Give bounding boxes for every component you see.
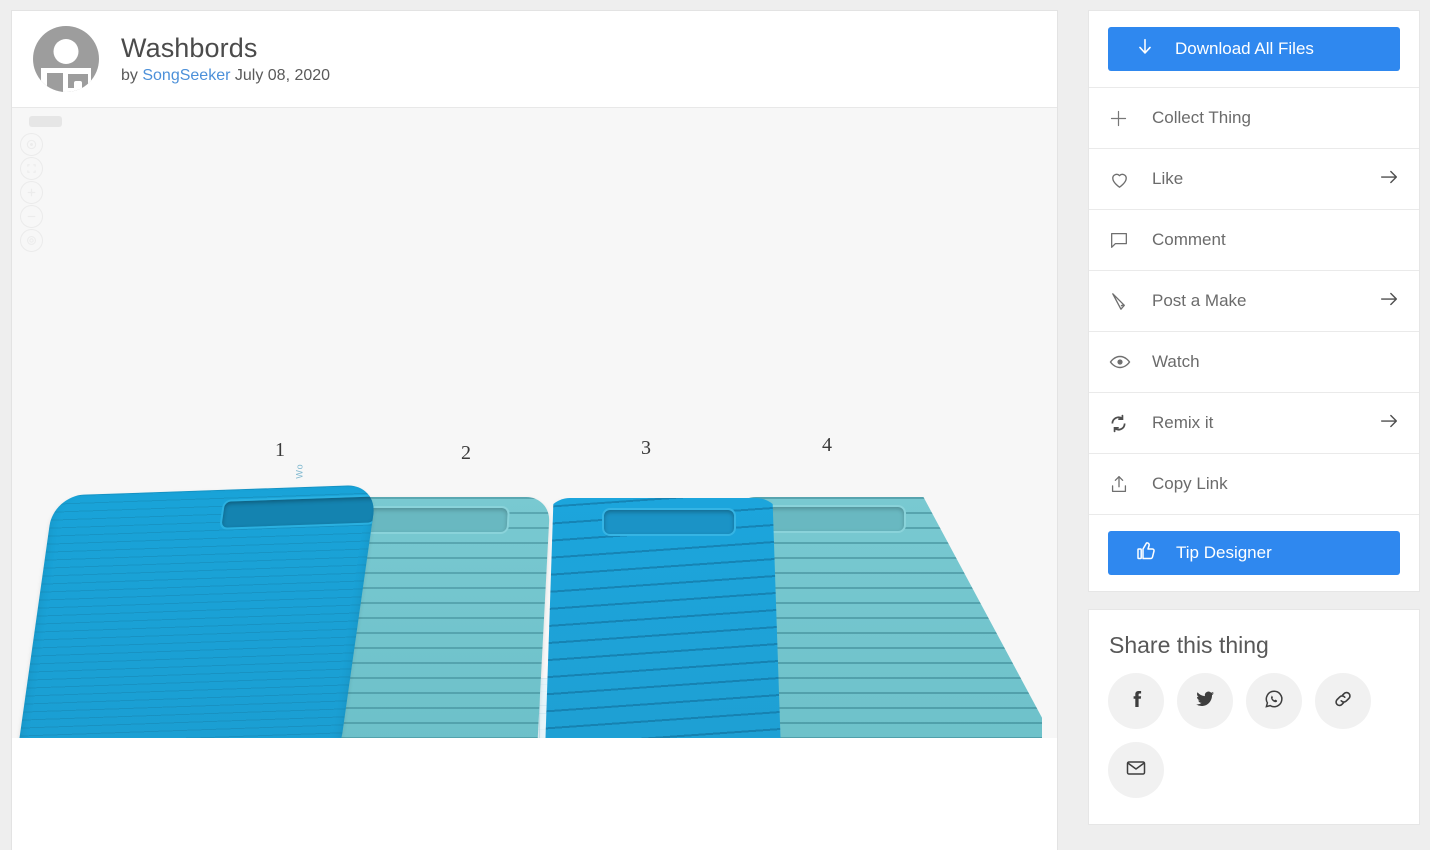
- comment-bubble-icon: [1108, 229, 1136, 251]
- washboard-model-1: [12, 484, 378, 738]
- page-title: Washbords: [121, 33, 258, 64]
- author-link[interactable]: SongSeeker: [142, 67, 230, 84]
- download-arrow-icon: [1134, 36, 1156, 63]
- publish-date: July 08, 2020: [234, 66, 331, 84]
- share-whatsapp-button[interactable]: [1246, 673, 1302, 729]
- heart-icon: [1108, 168, 1136, 191]
- model-scene: Wo 1 2 3 4: [12, 108, 1057, 738]
- main-content-card: Washbords by SongSeeker July 08, 2020 Wo…: [11, 10, 1058, 850]
- thumbs-up-icon: [1134, 539, 1158, 568]
- sidebar-item-collect-thing[interactable]: Collect Thing: [1089, 87, 1419, 148]
- eye-icon: [1108, 350, 1136, 374]
- facebook-icon: [1124, 687, 1148, 716]
- thing-header: Washbords by SongSeeker July 08, 2020: [12, 11, 1057, 108]
- arrow-right-icon: [1378, 410, 1400, 437]
- sidebar-item-copy-link[interactable]: Copy Link: [1089, 453, 1419, 514]
- download-all-files-button[interactable]: Download All Files: [1108, 27, 1400, 71]
- model-label-2: 2: [461, 442, 471, 464]
- sidebar-item-label: Copy Link: [1152, 474, 1228, 493]
- sidebar-item-remix-it[interactable]: Remix it: [1089, 392, 1419, 453]
- download-all-files-label: Download All Files: [1175, 39, 1314, 58]
- share-facebook-button[interactable]: [1108, 673, 1164, 729]
- tip-designer-section: Tip Designer: [1089, 514, 1419, 591]
- sidebar-item-post-a-make[interactable]: Post a Make: [1089, 270, 1419, 331]
- user-avatar-icon[interactable]: [33, 26, 99, 92]
- sidebar-item-label: Like: [1152, 169, 1184, 188]
- share-upload-icon: [1108, 473, 1136, 495]
- pencil-icon: [1108, 290, 1136, 313]
- sidebar-item-like[interactable]: Like: [1089, 148, 1419, 209]
- envelope-icon: [1124, 756, 1148, 785]
- sidebar: Download All Files Collect Thing Like Co…: [1088, 10, 1420, 825]
- sidebar-item-label: Remix it: [1152, 413, 1214, 432]
- remix-refresh-icon: [1108, 413, 1136, 434]
- share-card: Share this thing: [1088, 609, 1420, 825]
- whatsapp-icon: [1262, 687, 1286, 716]
- workplane-label: Wo: [294, 463, 305, 479]
- share-buttons: [1108, 673, 1386, 798]
- actions-card: Download All Files Collect Thing Like Co…: [1088, 10, 1420, 592]
- model-label-4: 4: [822, 434, 832, 456]
- share-title: Share this thing: [1109, 632, 1269, 658]
- arrow-right-icon: [1378, 288, 1400, 315]
- tip-designer-label: Tip Designer: [1176, 543, 1272, 562]
- arrow-right-icon: [1378, 166, 1400, 193]
- twitter-icon: [1193, 687, 1217, 716]
- sidebar-item-label: Watch: [1152, 352, 1200, 371]
- share-twitter-button[interactable]: [1177, 673, 1233, 729]
- model-label-3: 3: [641, 437, 651, 459]
- thing-title-block: Washbords by SongSeeker July 08, 2020: [121, 33, 330, 84]
- sidebar-item-label: Post a Make: [1152, 291, 1247, 310]
- link-chain-icon: [1331, 687, 1355, 716]
- washboard-model-3: [544, 498, 782, 738]
- thing-detail-page: Washbords by SongSeeker July 08, 2020 Wo…: [0, 0, 1430, 850]
- plus-icon: [1108, 108, 1136, 129]
- thing-byline: by SongSeeker July 08, 2020: [121, 67, 330, 85]
- tip-designer-button[interactable]: Tip Designer: [1108, 531, 1400, 575]
- model-viewer[interactable]: Wo 1 2 3 4: [12, 108, 1057, 738]
- share-email-button[interactable]: [1108, 742, 1164, 798]
- share-link-button[interactable]: [1315, 673, 1371, 729]
- sidebar-item-watch[interactable]: Watch: [1089, 331, 1419, 392]
- byline-prefix: by: [121, 66, 138, 84]
- sidebar-item-label: Collect Thing: [1152, 108, 1251, 127]
- sidebar-item-label: Comment: [1152, 230, 1226, 249]
- sidebar-item-comment[interactable]: Comment: [1089, 209, 1419, 270]
- model-label-1: 1: [275, 439, 285, 461]
